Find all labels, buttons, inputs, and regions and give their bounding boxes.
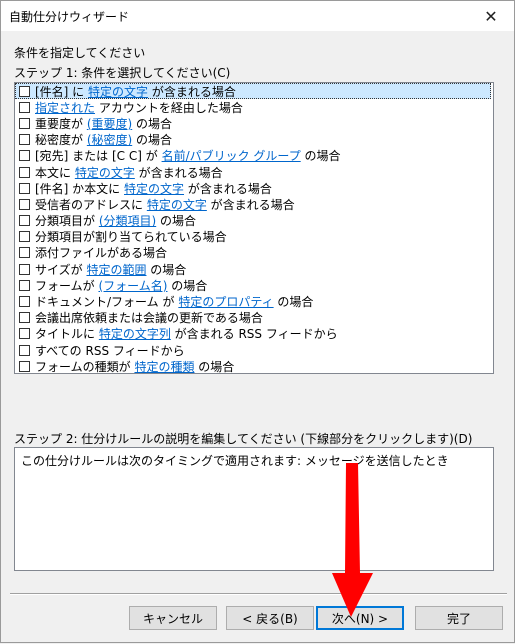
condition-text: 受信者のアドレスに <box>35 197 147 212</box>
condition-link[interactable]: 特定の文字列 <box>99 325 171 342</box>
condition-text: の場合 <box>146 262 187 277</box>
condition-text: の場合 <box>132 116 173 131</box>
condition-item[interactable]: [件名] か本文に 特定の文字 が含まれる場合 <box>15 180 493 196</box>
condition-checkbox[interactable] <box>19 134 30 146</box>
condition-link[interactable]: 特定の文字 <box>124 180 184 197</box>
condition-text: 秘密度が <box>35 133 87 148</box>
condition-text: の場合 <box>194 359 235 374</box>
instruction-label: 条件を指定してください <box>14 46 146 60</box>
condition-item[interactable]: 会議出席依頼または会議の更新である場合 <box>15 310 493 326</box>
condition-text: 添付ファイルがある場合 <box>35 246 168 261</box>
condition-text: が含まれる場合 <box>206 197 295 212</box>
condition-text: サイズが <box>35 262 87 277</box>
condition-checkbox[interactable] <box>19 263 30 275</box>
condition-item[interactable]: 分類項目が割り当てられている場合 <box>15 229 493 245</box>
condition-checkbox[interactable] <box>19 85 30 97</box>
condition-item[interactable]: 重要度が (重要度) の場合 <box>15 115 493 131</box>
next-button[interactable]: 次へ(N) > <box>316 606 404 630</box>
condition-link[interactable]: 特定の文字 <box>147 196 207 213</box>
condition-text: 会議出席依頼または会議の更新である場合 <box>35 311 263 326</box>
condition-text: [宛先] または [C C] が <box>35 149 162 164</box>
condition-checkbox[interactable] <box>19 279 30 291</box>
step1-label: ステップ 1: 条件を選択してください(C) <box>14 66 231 80</box>
condition-text: タイトルに <box>35 327 99 342</box>
condition-item[interactable]: ドキュメント/フォーム が 特定のプロパティ の場合 <box>15 293 493 309</box>
rule-description-text: この仕分けルールは次のタイミングで適用されます: メッセージを送信したとき <box>21 454 449 468</box>
condition-item[interactable]: 分類項目が (分類項目) の場合 <box>15 213 493 229</box>
condition-checkbox[interactable] <box>19 231 30 243</box>
condition-text: フォームが <box>35 278 99 293</box>
condition-text: が含まれる場合 <box>134 165 223 180</box>
close-icon[interactable]: ✕ <box>468 1 514 31</box>
condition-text: 分類項目が割り当てられている場合 <box>35 230 227 245</box>
condition-link[interactable]: 特定の範囲 <box>86 261 146 278</box>
condition-item[interactable]: 添付ファイルがある場合 <box>15 245 493 261</box>
finish-button[interactable]: 完了 <box>415 606 503 630</box>
condition-item[interactable]: サイズが 特定の範囲 の場合 <box>15 261 493 277</box>
condition-text: [件名] か本文に <box>35 181 124 196</box>
condition-checkbox[interactable] <box>19 344 30 356</box>
condition-text: の場合 <box>300 149 341 164</box>
condition-link[interactable]: 特定の種類 <box>134 358 194 373</box>
window-title: 自動仕分けウィザード <box>9 10 130 24</box>
condition-item[interactable]: フォームが (フォーム名) の場合 <box>15 277 493 293</box>
condition-link[interactable]: 名前/パブリック グループ <box>162 147 301 164</box>
condition-link[interactable]: (重要度) <box>87 115 132 132</box>
condition-link[interactable]: 特定の文字 <box>88 83 148 100</box>
condition-link[interactable]: (分類項目) <box>99 212 156 229</box>
back-button[interactable]: < 戻る(B) <box>226 606 314 630</box>
condition-text: の場合 <box>273 295 314 310</box>
condition-checkbox[interactable] <box>19 198 30 210</box>
condition-checkbox[interactable] <box>19 182 30 194</box>
condition-text: 重要度が <box>35 116 87 131</box>
condition-text: の場合 <box>167 278 208 293</box>
condition-checkbox[interactable] <box>19 117 30 129</box>
condition-item[interactable]: 指定された アカウントを経由した場合 <box>15 99 493 115</box>
condition-item[interactable]: [件名] に 特定の文字 が含まれる場合 <box>15 83 491 100</box>
condition-link[interactable]: 指定された <box>35 99 95 116</box>
condition-item[interactable]: すべての RSS フィードから <box>15 342 493 358</box>
condition-link[interactable]: (フォーム名) <box>98 277 167 294</box>
condition-item[interactable]: 本文に 特定の文字 が含まれる場合 <box>15 164 493 180</box>
wizard-dialog: 自動仕分けウィザード ✕ 条件を指定してください ステップ 1: 条件を選択して… <box>0 0 515 643</box>
condition-checkbox[interactable] <box>19 101 30 113</box>
condition-text: の場合 <box>156 214 197 229</box>
conditions-list[interactable]: [件名] に 特定の文字 が含まれる場合 指定された アカウントを経由した場合 重要… <box>14 82 494 374</box>
condition-checkbox[interactable] <box>19 312 30 324</box>
step2-label: ステップ 2: 仕分けルールの説明を編集してください (下線部分をクリックします… <box>14 432 473 446</box>
condition-item[interactable]: フォームの種類が 特定の種類 の場合 <box>15 358 493 374</box>
condition-text: が含まれる場合 <box>148 84 236 99</box>
condition-checkbox[interactable] <box>19 328 30 340</box>
condition-link[interactable]: 特定のプロパティ <box>178 293 273 310</box>
condition-checkbox[interactable] <box>19 360 30 372</box>
condition-checkbox[interactable] <box>19 215 30 227</box>
condition-text: フォームの種類が <box>35 359 135 374</box>
condition-item[interactable]: 秘密度が (秘密度) の場合 <box>15 132 493 148</box>
condition-checkbox[interactable] <box>19 166 30 178</box>
separator <box>10 593 507 595</box>
condition-text: すべての RSS フィードから <box>35 343 185 358</box>
condition-checkbox[interactable] <box>19 296 30 308</box>
condition-text: が含まれる RSS フィードから <box>170 327 338 342</box>
condition-text: [件名] に <box>35 84 88 99</box>
condition-checkbox[interactable] <box>19 150 30 162</box>
condition-item[interactable]: タイトルに 特定の文字列 が含まれる RSS フィードから <box>15 326 493 342</box>
condition-link[interactable]: 特定の文字 <box>75 164 135 181</box>
rule-description-box[interactable]: この仕分けルールは次のタイミングで適用されます: メッセージを送信したとき <box>14 447 494 571</box>
condition-item[interactable]: 受信者のアドレスに 特定の文字 が含まれる場合 <box>15 196 493 212</box>
condition-text: の場合 <box>132 133 173 148</box>
condition-text: が含まれる場合 <box>184 181 272 196</box>
condition-link[interactable]: (秘密度) <box>87 131 132 148</box>
condition-text: アカウントを経由した場合 <box>95 100 243 115</box>
condition-text: 本文に <box>35 165 75 180</box>
cancel-button[interactable]: キャンセル <box>129 606 217 630</box>
condition-checkbox[interactable] <box>19 247 30 259</box>
condition-text: ドキュメント/フォーム が <box>35 295 179 310</box>
title-bar: 自動仕分けウィザード ✕ <box>1 1 514 31</box>
condition-text: 分類項目が <box>35 214 99 229</box>
condition-item[interactable]: [宛先] または [C C] が 名前/パブリック グループ の場合 <box>15 148 493 164</box>
